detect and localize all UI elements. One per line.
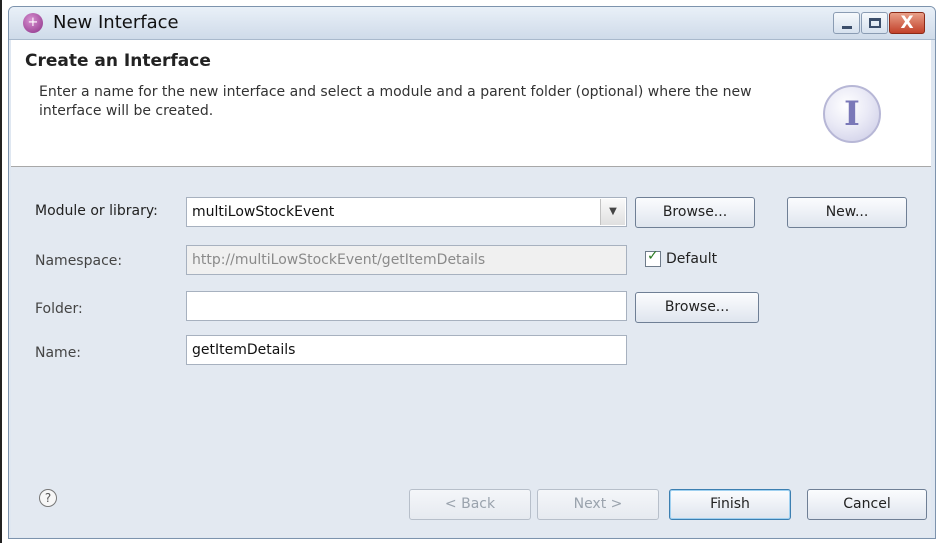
name-field[interactable]: getItemDetails — [186, 335, 627, 365]
wizard-header: Create an Interface Enter a name for the… — [11, 40, 931, 167]
screen-edge — [0, 0, 2, 543]
finish-button[interactable]: Finish — [669, 489, 791, 520]
module-label: Module or library: — [35, 203, 158, 219]
module-browse-button[interactable]: Browse... — [635, 197, 755, 228]
folder-field[interactable] — [186, 291, 627, 321]
namespace-field[interactable]: http://multiLowStockEvent/getItemDetails — [186, 245, 627, 275]
module-new-button[interactable]: New... — [787, 197, 907, 228]
module-value: multiLowStockEvent — [192, 204, 335, 220]
window-title: New Interface — [53, 12, 179, 33]
default-label: Default — [666, 251, 718, 267]
module-combo[interactable]: multiLowStockEvent ▼ — [186, 197, 627, 227]
default-checkbox[interactable]: ✓ — [645, 248, 661, 267]
minimize-icon — [842, 26, 852, 29]
title-bar[interactable]: + New Interface X — [9, 7, 935, 40]
app-icon: + — [23, 13, 43, 33]
interface-wizard-icon: I — [823, 85, 881, 143]
folder-browse-button[interactable]: Browse... — [635, 292, 759, 323]
folder-label: Folder: — [35, 301, 83, 317]
back-button[interactable]: < Back — [409, 489, 531, 520]
namespace-label: Namespace: — [35, 253, 123, 269]
minimize-button[interactable] — [833, 12, 860, 34]
close-icon: X — [900, 13, 914, 33]
next-button[interactable]: Next > — [537, 489, 659, 520]
page-title: Create an Interface — [25, 51, 211, 71]
checkmark-icon: ✓ — [647, 248, 659, 264]
help-icon[interactable]: ? — [39, 489, 57, 507]
maximize-button[interactable] — [861, 12, 888, 34]
dialog-window: + New Interface X Create an Interface En… — [8, 6, 936, 539]
name-label: Name: — [35, 345, 82, 361]
maximize-icon — [869, 18, 881, 28]
wizard-body: Module or library: multiLowStockEvent ▼ … — [11, 167, 931, 537]
chevron-down-icon[interactable]: ▼ — [600, 199, 625, 225]
close-button[interactable]: X — [889, 12, 925, 34]
cancel-button[interactable]: Cancel — [807, 489, 927, 520]
page-description: Enter a name for the new interface and s… — [39, 84, 752, 119]
